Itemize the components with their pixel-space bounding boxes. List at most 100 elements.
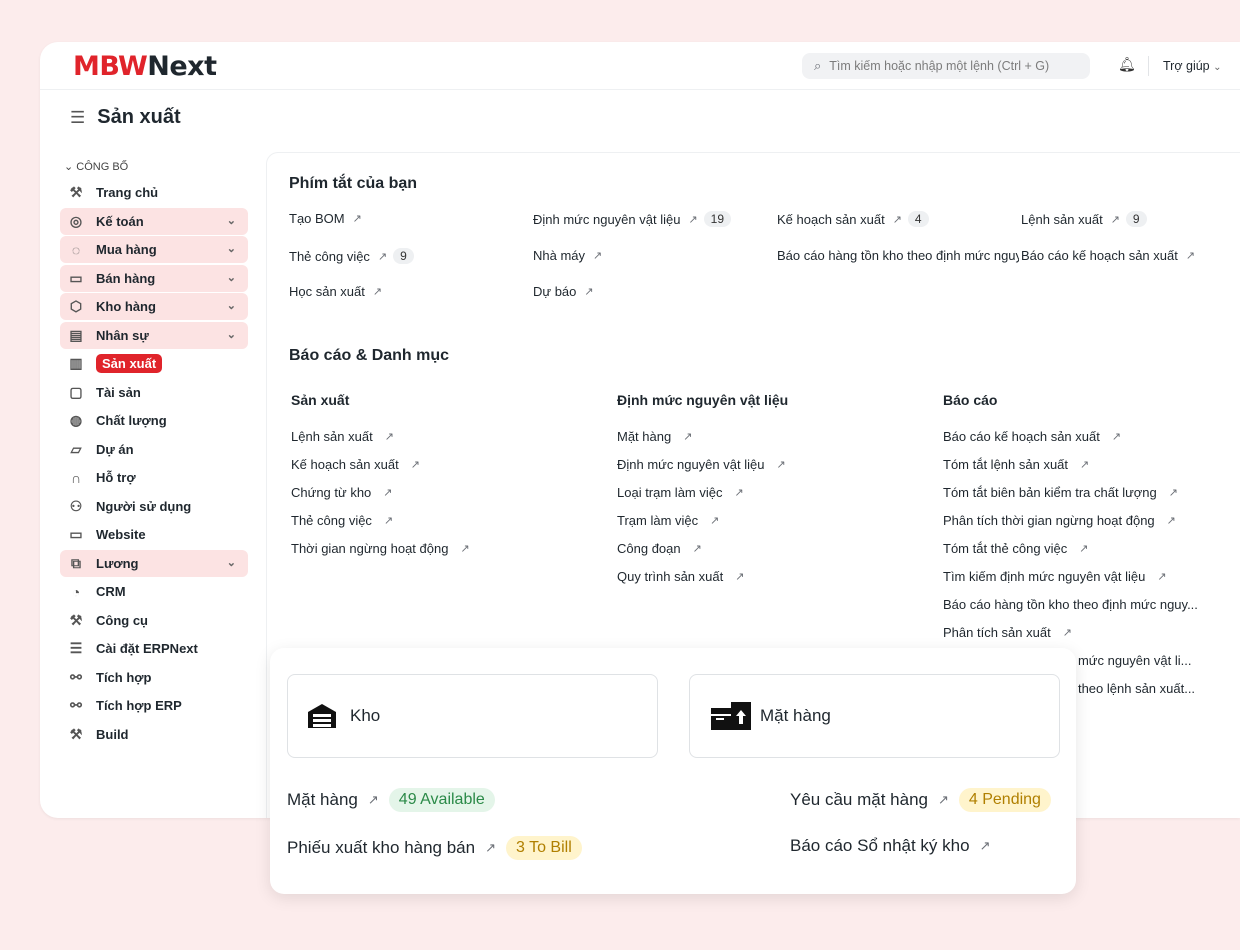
chevron-down-icon: ⌄ bbox=[226, 556, 236, 569]
chart-icon: ◔ bbox=[71, 583, 81, 600]
shortcut-link[interactable]: Định mức nguyên vật liệu ↗ 19 bbox=[533, 211, 732, 227]
material-request-label: Yêu cầu mặt hàng bbox=[790, 790, 928, 809]
report-link[interactable]: Tóm tắt lệnh sản xuất ↗ bbox=[943, 457, 1089, 472]
report-link[interactable]: Trạm làm việc ↗ bbox=[617, 513, 719, 528]
sidebar-item-label: Tài sản bbox=[96, 384, 141, 400]
arrow-up-right-icon: ↗ bbox=[377, 250, 388, 263]
report-link[interactable]: Tóm tắt biên bản kiểm tra chất lượng ↗ bbox=[943, 485, 1178, 500]
status-badge: 4 Pending bbox=[958, 788, 1051, 812]
count-badge: 9 bbox=[1125, 211, 1147, 227]
sidebar-item[interactable]: ▭ Website bbox=[60, 521, 248, 548]
report-link[interactable]: Loại trạm làm việc ↗ bbox=[617, 485, 744, 500]
sidebar-item[interactable]: ◔ CRM bbox=[60, 578, 248, 605]
delivery-note-link[interactable]: Phiếu xuất kho hàng bán ↗ 3 To Bill bbox=[287, 836, 582, 860]
report-link[interactable]: Tìm kiếm định mức nguyên vật liệu ↗ bbox=[943, 569, 1167, 584]
shortcut-link[interactable]: Dự báo ↗ bbox=[533, 284, 594, 299]
arrow-up-right-icon: ↗ bbox=[735, 571, 745, 583]
sidebar-item[interactable]: ◎ Kế toán ⌄ bbox=[60, 207, 248, 235]
report-link[interactable]: Lệnh sản xuất ↗ bbox=[291, 429, 394, 444]
report-link[interactable]: Tóm tắt thẻ công việc ↗ bbox=[943, 541, 1089, 556]
sidebar-item-label: Bán hàng bbox=[96, 270, 156, 286]
shortcut-link[interactable]: Thẻ công việc ↗ 9 bbox=[289, 248, 414, 264]
report-link-label: Báo cáo kế hoạch sản xuất bbox=[943, 429, 1100, 444]
shortcut-link[interactable]: Báo cáo hàng tồn kho theo định mức nguyê… bbox=[777, 248, 1019, 263]
report-link[interactable]: Công đoạn ↗ bbox=[617, 541, 702, 556]
report-link[interactable]: Định mức nguyên vật liệu ↗ bbox=[617, 457, 786, 472]
sidebar-item[interactable]: ⚒ Trang chủ bbox=[60, 179, 248, 206]
report-column-title: Định mức nguyên vật liệu bbox=[617, 392, 789, 408]
items-card[interactable]: Mặt hàng bbox=[689, 674, 1060, 758]
arrow-up-right-icon: ↗ bbox=[892, 213, 902, 226]
purchase-icon: ◌ bbox=[71, 241, 81, 258]
sidebar-item[interactable]: ▭ Bán hàng ⌄ bbox=[60, 264, 248, 292]
report-link[interactable]: Quy trình sản xuất ↗ bbox=[617, 569, 744, 584]
chevron-down-icon: ⌄ bbox=[226, 300, 236, 312]
shortcut-link[interactable]: Báo cáo kế hoạch sản xuất ↗ bbox=[1021, 248, 1195, 263]
sidebar-item[interactable]: ◍ Chất lượng bbox=[60, 407, 248, 434]
search-input[interactable]: ⌕ Tìm kiếm hoặc nhập một lệnh (Ctrl + G) bbox=[802, 53, 1090, 79]
arrow-up-right-icon: ↗ bbox=[1110, 213, 1120, 226]
sidebar-item[interactable]: ⚒ Công cụ bbox=[60, 607, 248, 634]
report-link-label: Lệnh sản xuất bbox=[291, 429, 373, 444]
stock-ledger-link[interactable]: Báo cáo Sổ nhật ký kho ↗ bbox=[790, 836, 1000, 856]
sidebar-item-label: Kho hàng bbox=[96, 299, 156, 314]
material-request-link[interactable]: Yêu cầu mặt hàng ↗ 4 Pending bbox=[790, 788, 1051, 812]
shortcut-link[interactable]: Nhà máy ↗ bbox=[533, 248, 602, 263]
sidebar-item[interactable]: ⚒ Build bbox=[60, 721, 248, 748]
sidebar-item[interactable]: ▥ Sản xuất bbox=[60, 350, 248, 377]
sidebar-item[interactable]: ⬡ Kho hàng ⌄ bbox=[60, 293, 248, 320]
sidebar-item[interactable]: ⚇ Người sử dụng bbox=[60, 493, 248, 520]
sidebar-item[interactable]: ⚯ Tích hợp ERP bbox=[60, 692, 248, 719]
report-link[interactable]: Mặt hàng ↗ bbox=[617, 429, 692, 444]
sidebar-item[interactable]: ▤ Nhân sự ⌄ bbox=[60, 321, 248, 349]
sidebar-section-toggle[interactable]: ⌄ CÔNG BỐ bbox=[60, 160, 248, 178]
report-link[interactable]: Kế hoạch sản xuất ↗ bbox=[291, 457, 420, 472]
sidebar-section-label: CÔNG BỐ bbox=[76, 161, 129, 173]
items-card-label: Mặt hàng bbox=[760, 706, 831, 725]
sidebar-item[interactable]: ◌ Mua hàng ⌄ bbox=[60, 236, 248, 263]
status-badge: 3 To Bill bbox=[506, 836, 582, 860]
sidebar-item[interactable]: ▢ Tài sản bbox=[60, 379, 248, 406]
report-link[interactable]: Thời gian ngừng hoạt động ↗ bbox=[291, 541, 470, 556]
report-link[interactable]: Báo cáo kế hoạch sản xuất ↗ bbox=[943, 429, 1121, 444]
items-link[interactable]: Mặt hàng ↗ 49 Available bbox=[287, 788, 495, 812]
search-placeholder: Tìm kiếm hoặc nhập một lệnh (Ctrl + G) bbox=[829, 59, 1050, 73]
report-column-title: Báo cáo bbox=[943, 392, 998, 408]
shortcut-link[interactable]: Kế hoạch sản xuất ↗ 4 bbox=[777, 211, 929, 227]
warehouse-card[interactable]: Kho bbox=[287, 674, 658, 758]
sidebar-item[interactable]: ⚯ Tích hợp bbox=[60, 664, 248, 691]
menu-icon[interactable]: ☰ bbox=[70, 108, 85, 128]
arrow-up-right-icon: ↗ bbox=[710, 515, 720, 527]
sales-icon: ▭ bbox=[69, 269, 83, 286]
sidebar-item-label: Trang chủ bbox=[96, 185, 159, 200]
chevron-down-icon: ⌄ bbox=[226, 271, 236, 284]
page-title: Sản xuất bbox=[97, 106, 181, 128]
report-link-label: Thẻ công việc bbox=[291, 513, 372, 528]
report-link[interactable]: iệu theo lệnh sản xuất... bbox=[1057, 681, 1195, 696]
shortcut-link[interactable]: Học sản xuất ↗ bbox=[289, 284, 382, 299]
bell-icon[interactable]: 🔔︎ bbox=[1118, 56, 1136, 73]
shortcut-link[interactable]: Lệnh sản xuất ↗ 9 bbox=[1021, 211, 1147, 227]
sidebar-item[interactable]: ▱ Dự án bbox=[60, 436, 248, 463]
shortcut-label: Tạo BOM bbox=[289, 211, 345, 226]
report-link-label: Loại trạm làm việc bbox=[617, 485, 723, 500]
settings-icon: ☰ bbox=[69, 640, 83, 656]
report-link[interactable]: ịnh mức nguyên vật li... bbox=[1057, 653, 1191, 668]
shortcut-link[interactable]: Tạo BOM ↗ bbox=[289, 211, 362, 226]
report-link[interactable]: Thẻ công việc ↗ bbox=[291, 513, 393, 528]
sidebar-item[interactable]: ☰ Cài đặt ERPNext bbox=[60, 635, 248, 662]
report-link-label: ịnh mức nguyên vật li... bbox=[1057, 653, 1192, 668]
report-link[interactable]: Phân tích thời gian ngừng hoạt động ↗ bbox=[943, 513, 1176, 528]
folder-icon: ▱ bbox=[70, 440, 82, 457]
shortcut-label: Dự báo bbox=[533, 284, 577, 299]
logo[interactable]: MBWNext bbox=[73, 51, 217, 82]
sidebar-item[interactable]: ∩ Hỗ trợ bbox=[60, 464, 248, 491]
report-link[interactable]: Chứng từ kho ↗ bbox=[291, 485, 393, 500]
report-link[interactable]: Báo cáo hàng tồn kho theo định mức nguy.… bbox=[943, 597, 1198, 612]
sidebar-item[interactable]: ⧉ Lương ⌄ bbox=[60, 549, 248, 577]
report-link[interactable]: Phân tích sản xuất ↗ bbox=[943, 625, 1072, 640]
report-link-label: Phân tích sản xuất bbox=[943, 625, 1051, 640]
report-link-label: Công đoạn bbox=[617, 541, 681, 556]
help-dropdown[interactable]: Trợ giúp ⌄ bbox=[1163, 59, 1222, 73]
items-icon bbox=[711, 702, 751, 730]
